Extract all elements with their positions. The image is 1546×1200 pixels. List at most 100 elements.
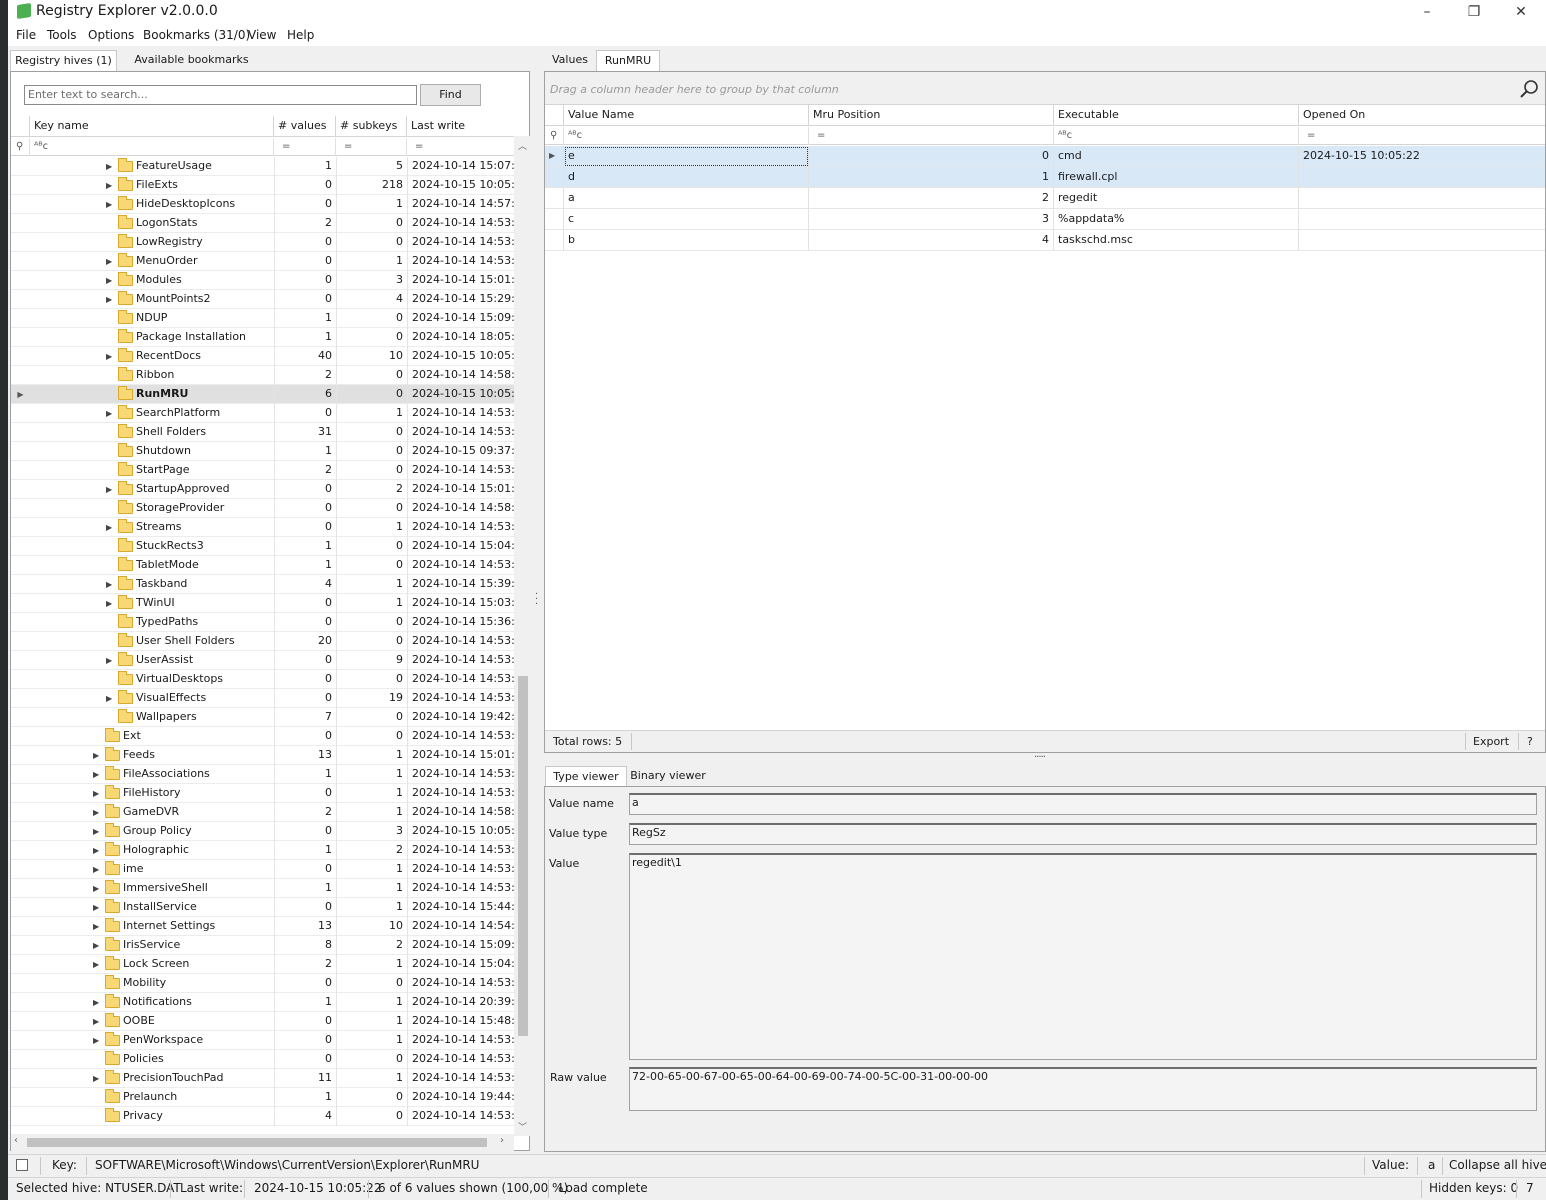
tree-row[interactable]: ▶ GameDVR 212024-10-14 14:58:17 [11,803,514,822]
cell-mru-position[interactable]: 4 [809,230,1054,251]
tab-values[interactable]: Values [544,50,596,71]
tree-row[interactable]: ▶ Internet Settings 13102024-10-14 14:54:3… [11,917,514,936]
cell-executable[interactable]: %appdata% [1054,209,1299,230]
expand-arrow-icon[interactable]: ▶ [106,651,116,670]
value-name-field[interactable]: a [629,793,1537,815]
scroll-left-icon[interactable]: ‹ [14,1135,18,1146]
expand-arrow-icon[interactable]: ▶ [106,404,116,423]
expand-arrow-icon[interactable]: ▶ [106,689,116,708]
cell-mru-position[interactable]: 3 [809,209,1054,230]
help-button[interactable]: ? [1527,735,1533,748]
tree-row[interactable]: ▶ VisualEffects 0192024-10-14 14:53:18 [11,689,514,708]
tree-row[interactable]: ▶ Modules 032024-10-14 15:01:58 [11,271,514,290]
tree-row[interactable]: ▶ FileHistory 012024-10-14 14:53:01 [11,784,514,803]
expand-arrow-icon[interactable]: ▶ [93,860,103,879]
maximize-button[interactable]: ❐ [1451,0,1497,24]
minimize-button[interactable]: – [1404,0,1450,24]
search-icon[interactable] [1519,79,1539,99]
cell-opened-on[interactable] [1299,167,1545,188]
tree-row[interactable]: TabletMode 102024-10-14 14:53:23 [11,556,514,575]
raw-value-field[interactable]: 72-00-65-00-67-00-65-00-64-00-69-00-74-0… [629,1067,1537,1111]
tab-type-viewer[interactable]: Type viewer [545,766,627,787]
tree-row[interactable]: Ribbon 202024-10-14 14:58:14 [11,366,514,385]
cell-value-name[interactable]: a [564,188,809,209]
expand-arrow-icon[interactable]: ▶ [93,822,103,841]
cell-value-name[interactable]: d [564,167,809,188]
menu-help[interactable]: Help [287,28,314,42]
expand-arrow-icon[interactable]: ▶ [93,784,103,803]
cell-value-name[interactable]: e [564,146,809,167]
filter-subkeys[interactable]: = [336,138,407,156]
expand-arrow-icon[interactable]: ▶ [106,594,116,613]
tree-row[interactable]: ▶ Taskband 412024-10-14 15:39:55 [11,575,514,594]
cell-opened-on[interactable] [1299,188,1545,209]
tree-row[interactable]: StuckRects3 102024-10-14 15:04:36 [11,537,514,556]
tree-row[interactable]: ▶Notifications112024-10-14 20:39:02 [11,993,514,1012]
grid-row[interactable]: ▶ e 0 cmd 2024-10-15 10:05:22 [545,146,1545,167]
grid-row[interactable]: d 1 firewall.cpl [545,167,1545,188]
tree-row[interactable]: ▶ StartupApproved 022024-10-14 15:01:42 [11,480,514,499]
col-last-write[interactable]: Last write timestamp [407,116,514,152]
tree-row[interactable]: Privacy 402024-10-14 14:53:11 [11,1107,514,1126]
tree-row[interactable]: ▶ MountPoints2 042024-10-14 15:29:33 [11,290,514,309]
expand-arrow-icon[interactable]: ▶ [93,1069,103,1088]
tree-row[interactable]: ▶ Group Policy 032024-10-15 10:05:18 [11,822,514,841]
tree-row[interactable]: Package Installation 102024-10-14 18:05:3… [11,328,514,347]
menu-bookmarks[interactable]: Bookmarks (31/0) [143,28,250,42]
grid-row[interactable]: a 2 regedit [545,188,1545,209]
tree-row[interactable]: LowRegistry002024-10-14 14:53:17 [11,233,514,252]
col-values[interactable]: # values [274,116,336,137]
find-button[interactable]: Find [420,84,481,106]
expand-arrow-icon[interactable]: ▶ [93,746,103,765]
col-value-name[interactable]: Value Name [564,105,809,126]
tree-row[interactable]: ▶ Feeds 1312024-10-14 15:01:35 [11,746,514,765]
tree-row[interactable]: ▶PrecisionTouchPad1112024-10-14 14:53:01 [11,1069,514,1088]
search-input[interactable]: Enter text to search... [24,85,417,105]
cell-opened-on[interactable]: 2024-10-15 10:05:22 [1299,146,1545,167]
tree-row[interactable]: StartPage 202024-10-14 14:53:16 [11,461,514,480]
tree-row[interactable]: StorageProvider002024-10-14 14:58:12 [11,499,514,518]
expand-arrow-icon[interactable]: ▶ [93,955,103,974]
expand-arrow-icon[interactable]: ▶ [93,1012,103,1031]
cell-value-name[interactable]: c [564,209,809,230]
grid-row[interactable]: b 4 taskschd.msc [545,230,1545,251]
filter-value-name[interactable]: ᴬᴮc [564,127,809,145]
tree-row[interactable]: ▶ TWinUI 012024-10-14 15:03:40 [11,594,514,613]
tab-available-bookmarks[interactable]: Available bookmarks (31/0) [119,50,264,86]
export-button[interactable]: Export [1473,735,1509,748]
tree-row[interactable]: ▶ Holographic 122024-10-14 14:53:23 [11,841,514,860]
expand-arrow-icon[interactable]: ▶ [106,271,116,290]
close-button[interactable]: ✕ [1498,0,1544,24]
expand-arrow-icon[interactable]: ▶ [106,195,116,214]
tree-row[interactable]: Policies002024-10-14 14:53:01 [11,1050,514,1069]
tree-row[interactable]: ▶ Streams 012024-10-14 14:53:29 [11,518,514,537]
tree-row[interactable]: ▶ Lock Screen 212024-10-14 15:04:54 [11,955,514,974]
tab-runmru[interactable]: RunMRU [596,50,660,71]
tree-row[interactable]: VirtualDesktops002024-10-14 14:53:23 [11,670,514,689]
expand-arrow-icon[interactable]: ▶ [93,841,103,860]
expand-arrow-icon[interactable]: ▶ [93,917,103,936]
tree-row[interactable]: Wallpapers 702024-10-14 19:42:01 [11,708,514,727]
col-executable[interactable]: Executable [1054,105,1299,126]
cell-opened-on[interactable] [1299,209,1545,230]
tree-row[interactable]: ▶FileAssociations112024-10-14 14:53:18 [11,765,514,784]
col-mru-position[interactable]: Mru Position [809,105,1054,126]
filter-timestamp[interactable]: = [407,138,514,156]
tree-row[interactable]: ▶ IrisService 822024-10-14 15:09:37 [11,936,514,955]
cell-mru-position[interactable]: 2 [809,188,1054,209]
menu-options[interactable]: Options [88,28,134,42]
scroll-right-icon[interactable]: › [500,1135,504,1146]
expand-arrow-icon[interactable]: ▶ [93,993,103,1012]
tree-row[interactable]: ▶ImmersiveShell112024-10-14 14:53:23 [11,879,514,898]
tree-row[interactable]: Mobility002024-10-14 14:53:01 [11,974,514,993]
tab-binary-viewer[interactable]: Binary viewer [627,766,709,787]
tree-row[interactable]: ▶ FeatureUsage 152024-10-14 15:07:56 [11,157,514,176]
tree-row[interactable]: ▶ ime 012024-10-14 14:53:01 [11,860,514,879]
expand-arrow-icon[interactable]: ▶ [106,252,116,271]
expand-arrow-icon[interactable]: ▶ [93,765,103,784]
filter-keyname[interactable]: ᴬᴮc [30,138,274,156]
expand-arrow-icon[interactable]: ▶ [106,518,116,537]
menu-tools[interactable]: Tools [47,28,77,42]
tree-row[interactable]: Shell Folders 3102024-10-14 14:53:18 [11,423,514,442]
cell-value-name[interactable]: b [564,230,809,251]
